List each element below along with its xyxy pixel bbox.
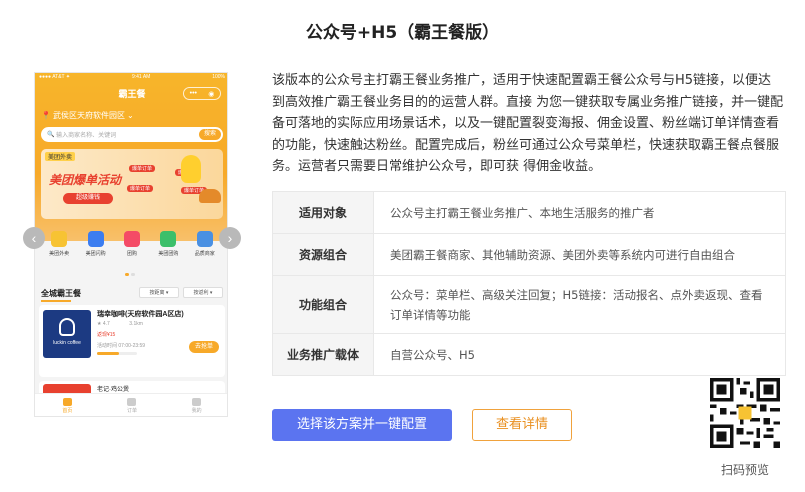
phone-status-bar: ●●●● AT&T ✦ 9:41 AM 100% [39,74,225,82]
filter-distance[interactable]: 按距离 ▾ [139,287,179,298]
status-carrier: ●●●● AT&T ✦ [39,74,71,80]
qr-code-icon [710,378,780,448]
promo-banner[interactable]: 美团外卖 美团爆单活动 超级赚钱 爆单订单 爆单订单 爆单订单 爆单订单 [41,149,223,219]
kangaroo-mascot-icon [181,155,201,183]
row-key: 适用对象 [272,191,374,234]
select-plan-button[interactable]: 选择该方案并一键配置 [272,409,452,441]
phone-tab-bar: 首页 订单 我的 [35,393,227,416]
category-meituan-waimai[interactable]: 美团外卖 [44,231,74,270]
banner-chip: 爆单订单 [129,165,156,172]
banner-headline: 美团爆单活动 [49,173,122,187]
carousel-next-button[interactable]: › [219,227,241,249]
tuangou-icon [123,231,140,247]
home-icon [62,398,72,406]
quality-shop-icon [196,231,213,247]
banner-brand-tag: 美团外卖 [45,152,76,161]
phone-search-bar[interactable]: 🔍 输入商家名称、关键词 搜索 [41,127,223,142]
row-value: 公众号主打霸王餐业务推广、本地生活服务的推广者 [373,191,786,234]
location-selector[interactable]: 📍 武侯区天府软件园区 ⌄ [41,110,134,121]
row-value: 自营公众号、H5 [373,333,786,376]
view-details-button[interactable]: 查看详情 [472,409,572,441]
burger-icon [199,189,221,203]
banner-chip: 爆单订单 [127,185,154,192]
qr-caption: 扫码预览 [720,463,769,477]
row-value: 公众号：菜单栏、高级关注回复；H5链接：活动报名、点外卖返现、查看订单详情等功能 [373,275,786,334]
orders-icon [127,398,137,406]
tab-home[interactable]: 首页 [62,398,72,414]
table-row: 资源组合 美团霸王餐商家、其他辅助资源、美团外卖等系统内可进行自由组合 [272,233,786,276]
activity-time: 活动时间 07:00-23:59 [97,343,146,349]
category-meituan-tuangou[interactable]: 美团团购 [153,231,183,270]
luckin-deer-icon [59,318,75,336]
phone-search-button[interactable]: 搜索 [199,129,221,140]
waimai-icon [51,231,68,247]
category-grid: 美团外卖 美团闪购 团购 美团团购 品质商家 [35,225,227,270]
shop-rating: ★ 4.7 3.1km [97,321,143,327]
row-value: 美团霸王餐商家、其他辅助资源、美团外卖等系统内可进行自由组合 [373,233,786,276]
rebate-badge: 返现¥15 [97,332,116,338]
plan-info-table: 适用对象 公众号主打霸王餐业务推广、本地生活服务的推广者 资源组合 美团霸王餐商… [272,191,786,376]
category-meituan-shangou[interactable]: 美团闪购 [81,231,111,270]
meituan-tuangou-icon [160,231,177,247]
search-placeholder: 输入商家名称、关键词 [56,133,117,139]
row-key: 功能组合 [272,275,374,334]
miniapp-capsule[interactable]: ••• ◉ [183,87,221,100]
row-key: 资源组合 [272,233,374,276]
tab-mine[interactable]: 我的 [192,398,202,414]
more-icon[interactable]: ••• [190,90,197,97]
table-row: 功能组合 公众号：菜单栏、高级关注回复；H5链接：活动报名、点外卖返现、查看订单… [272,275,786,334]
banner-cta-button[interactable]: 超级赚钱 [63,193,113,204]
section-title: 全城霸王餐 [41,288,81,302]
chevron-down-icon: ⌄ [126,111,134,120]
phone-preview: ●●●● AT&T ✦ 9:41 AM 100% 霸王餐 ••• ◉ 📍 武侯区… [34,72,228,417]
row-key: 业务推广载体 [272,333,374,376]
user-icon [192,398,202,406]
status-time: 9:41 AM [131,74,151,80]
shangou-icon [87,231,104,247]
location-pin-icon: 📍 [41,111,51,120]
deal-card[interactable]: luckin coffee 瑞幸咖啡(天府软件园A区店) ★ 4.7 3.1km… [39,305,225,377]
banner-pagination [125,273,139,276]
table-row: 适用对象 公众号主打霸王餐业务推广、本地生活服务的推广者 [272,191,786,234]
shop-name: 瑞幸咖啡(天府软件园A区店) [97,311,184,318]
page-title: 公众号+H5（霸王餐版） [305,23,500,43]
grab-order-button[interactable]: 去抢单 [189,341,219,353]
shop-thumbnail: luckin coffee [43,310,91,358]
category-tuangou[interactable]: 团购 [117,231,147,270]
filter-rebate[interactable]: 按返利 ▾ [183,287,223,298]
plan-description: 该版本的公众号主打霸王餐业务推广，适用于快速配置霸王餐公众号与H5链接，以便达到… [272,73,784,174]
table-row: 业务推广载体 自营公众号、H5 [272,333,786,376]
tab-orders[interactable]: 订单 [127,398,137,414]
category-quality-shops[interactable]: 品质商家 [190,231,220,270]
status-battery: 100% [212,74,225,80]
close-icon[interactable]: ◉ [208,90,214,98]
location-label: 武侯区天府软件园区 [52,111,125,120]
search-icon: 🔍 [47,132,57,138]
grab-progress-bar [97,352,137,355]
carousel-prev-button[interactable]: ‹ [23,227,45,249]
